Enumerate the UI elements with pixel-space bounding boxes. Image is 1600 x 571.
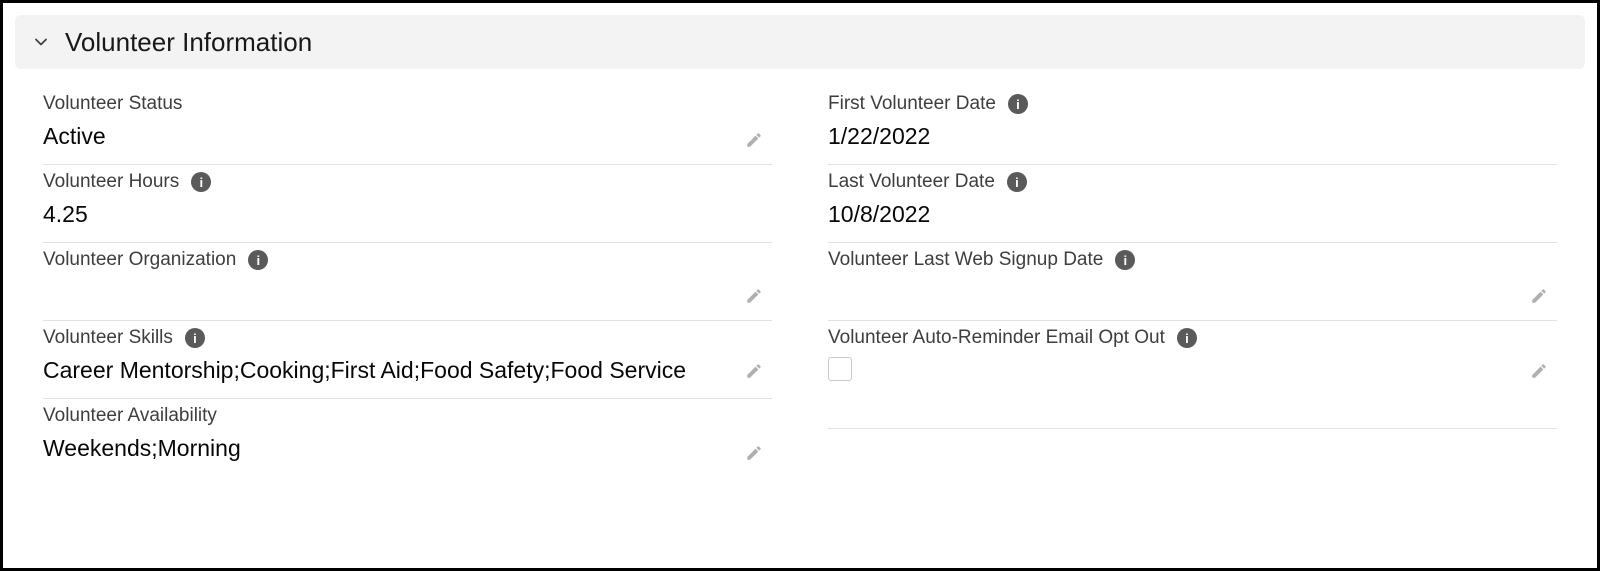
label-volunteer-hours: Volunteer Hours xyxy=(43,171,179,193)
value-first-volunteer-date: 1/22/2022 xyxy=(828,121,1557,152)
value-auto-reminder-opt-out xyxy=(828,355,1557,389)
info-icon[interactable]: i xyxy=(185,328,205,348)
label-last-web-signup-date: Volunteer Last Web Signup Date xyxy=(828,249,1103,271)
field-volunteer-organization: Volunteer Organization i xyxy=(43,243,772,321)
section-header[interactable]: Volunteer Information xyxy=(15,15,1585,69)
label-volunteer-availability: Volunteer Availability xyxy=(43,405,217,427)
label-first-volunteer-date: First Volunteer Date xyxy=(828,93,996,115)
section-title: Volunteer Information xyxy=(65,27,312,58)
edit-auto-reminder-opt-out[interactable] xyxy=(1525,357,1553,385)
pencil-icon xyxy=(1530,287,1548,305)
pencil-icon xyxy=(1530,362,1548,380)
field-volunteer-availability: Volunteer Availability Weekends;Morning xyxy=(43,399,772,477)
info-icon[interactable]: i xyxy=(248,250,268,270)
value-volunteer-organization xyxy=(43,277,772,307)
edit-volunteer-organization[interactable] xyxy=(740,282,768,310)
field-last-web-signup-date: Volunteer Last Web Signup Date i xyxy=(828,243,1557,321)
info-icon[interactable]: i xyxy=(1008,94,1028,114)
info-icon[interactable]: i xyxy=(1177,328,1197,348)
label-auto-reminder-opt-out: Volunteer Auto-Reminder Email Opt Out xyxy=(828,327,1165,349)
edit-volunteer-status[interactable] xyxy=(740,126,768,154)
edit-volunteer-availability[interactable] xyxy=(740,439,768,467)
value-last-volunteer-date: 10/8/2022 xyxy=(828,199,1557,230)
edit-volunteer-skills[interactable] xyxy=(740,357,768,385)
value-volunteer-skills: Career Mentorship;Cooking;First Aid;Food… xyxy=(43,355,772,386)
field-first-volunteer-date: First Volunteer Date i 1/22/2022 xyxy=(828,87,1557,165)
info-icon[interactable]: i xyxy=(1007,172,1027,192)
info-icon[interactable]: i xyxy=(191,172,211,192)
value-volunteer-hours: 4.25 xyxy=(43,199,772,230)
field-auto-reminder-opt-out: Volunteer Auto-Reminder Email Opt Out i xyxy=(828,321,1557,429)
left-column: Volunteer Status Active Volunteer Hours … xyxy=(43,87,772,477)
pencil-icon xyxy=(745,287,763,305)
label-volunteer-status: Volunteer Status xyxy=(43,93,182,115)
info-icon[interactable]: i xyxy=(1115,250,1135,270)
field-volunteer-hours: Volunteer Hours i 4.25 xyxy=(43,165,772,243)
label-volunteer-organization: Volunteer Organization xyxy=(43,249,236,271)
value-last-web-signup-date xyxy=(828,277,1557,307)
label-volunteer-skills: Volunteer Skills xyxy=(43,327,173,349)
field-volunteer-skills: Volunteer Skills i Career Mentorship;Coo… xyxy=(43,321,772,399)
checkbox-auto-reminder-opt-out[interactable] xyxy=(828,357,852,381)
label-last-volunteer-date: Last Volunteer Date xyxy=(828,171,995,193)
value-volunteer-availability: Weekends;Morning xyxy=(43,433,772,464)
field-last-volunteer-date: Last Volunteer Date i 10/8/2022 xyxy=(828,165,1557,243)
value-volunteer-status: Active xyxy=(43,121,772,152)
pencil-icon xyxy=(745,444,763,462)
edit-last-web-signup-date[interactable] xyxy=(1525,282,1553,310)
pencil-icon xyxy=(745,362,763,380)
field-volunteer-status: Volunteer Status Active xyxy=(43,87,772,165)
chevron-down-icon[interactable] xyxy=(23,24,59,60)
right-column: First Volunteer Date i 1/22/2022 Last Vo… xyxy=(828,87,1557,477)
pencil-icon xyxy=(745,131,763,149)
